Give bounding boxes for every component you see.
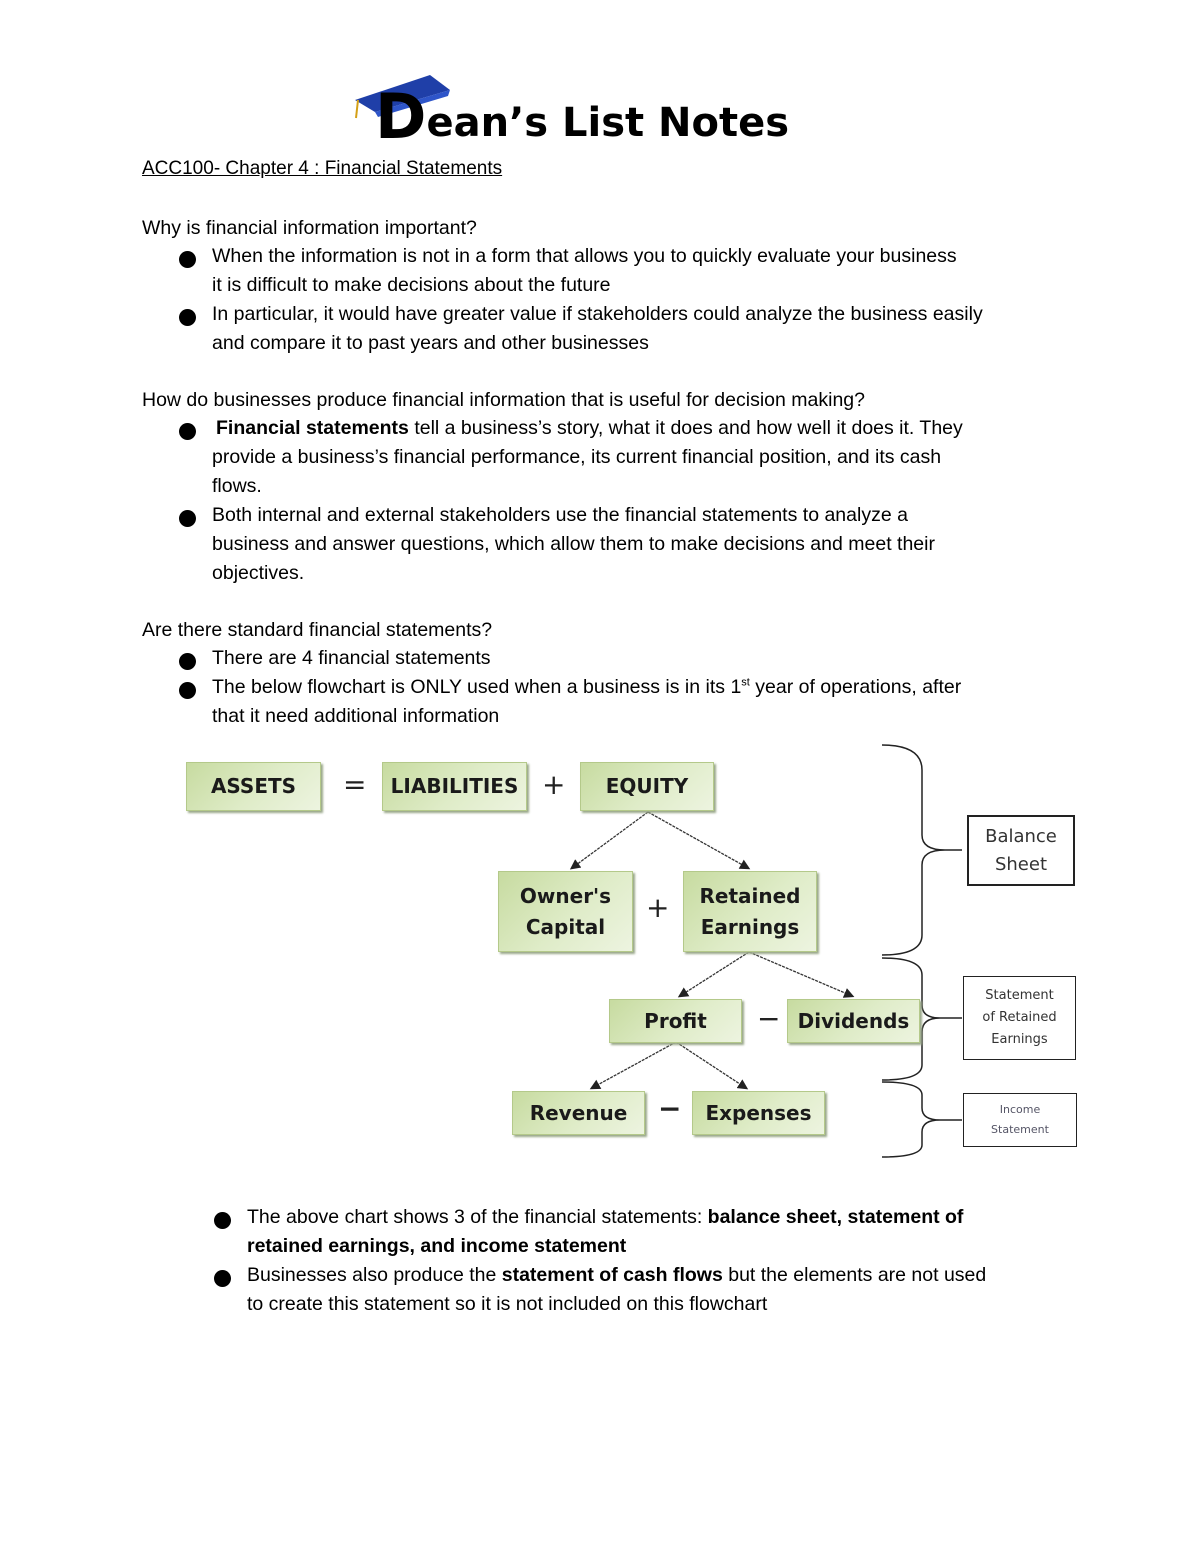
bullet-text: Businesses also produce the statement of… — [247, 1264, 986, 1287]
bullet-text-pre: Businesses also produce the — [247, 1264, 502, 1286]
arrow-profit-expenses — [675, 1041, 749, 1090]
node-equity: EQUITY — [580, 762, 714, 811]
node-line: Capital — [525, 914, 606, 939]
bullet-text: The above chart shows 3 of the financial… — [247, 1206, 963, 1229]
node-revenue: Revenue — [512, 1091, 645, 1135]
arrow-retained-dividends — [748, 951, 855, 998]
label-line: of Retained — [982, 1010, 1057, 1025]
label-income-statement: Income Statement — [963, 1093, 1077, 1147]
node-line: Owner's — [519, 883, 612, 908]
label-line: Income — [999, 1103, 1041, 1116]
bullet-text: retained earnings, and income statement — [247, 1235, 626, 1258]
label-line: Statement — [985, 988, 1054, 1003]
minus-operator: − — [658, 1092, 682, 1125]
arrow-equity-retained — [647, 811, 751, 870]
label-line: Balance — [985, 825, 1057, 847]
brace-income-statement — [881, 1081, 962, 1158]
node-assets: ASSETS — [186, 762, 321, 811]
equals-operator: = — [343, 768, 367, 801]
bold-term: statement of cash flows — [501, 1264, 723, 1286]
bold-term: balance sheet, statement of — [707, 1206, 964, 1228]
node-dividends: Dividends — [787, 999, 920, 1043]
bold-term: retained earnings, and income statement — [247, 1235, 627, 1257]
brace-balance-sheet — [881, 744, 962, 956]
arrow-equity-capital — [569, 811, 649, 870]
node-profit: Profit — [609, 999, 742, 1043]
node-owners-capital: Owner's Capital — [498, 871, 633, 952]
bullet-text: to create this statement so it is not in… — [247, 1293, 768, 1315]
bullet-text-pre: The above chart shows 3 of the financial… — [247, 1206, 708, 1228]
node-expenses: Expenses — [692, 1091, 825, 1135]
node-line: Retained — [699, 883, 801, 908]
arrow-retained-profit — [677, 951, 750, 998]
label-line: Sheet — [994, 853, 1048, 875]
bullet-icon — [214, 1212, 231, 1229]
label-line: Earnings — [991, 1032, 1048, 1047]
label-balance-sheet: Balance Sheet — [967, 815, 1075, 886]
bullet-text-post: but the elements are not used — [722, 1264, 987, 1286]
arrow-profit-revenue — [589, 1041, 677, 1090]
label-line: Statement — [991, 1123, 1049, 1136]
node-retained-earnings: Retained Earnings — [683, 871, 817, 952]
plus-operator: + — [542, 768, 566, 801]
plus-operator: + — [646, 891, 670, 924]
bullet-icon — [214, 1270, 231, 1287]
minus-operator: − — [757, 1002, 781, 1035]
node-liabilities: LIABILITIES — [382, 762, 527, 811]
node-line: Earnings — [700, 914, 800, 939]
label-statement-of-retained-earnings: Statement of Retained Earnings — [963, 976, 1076, 1060]
